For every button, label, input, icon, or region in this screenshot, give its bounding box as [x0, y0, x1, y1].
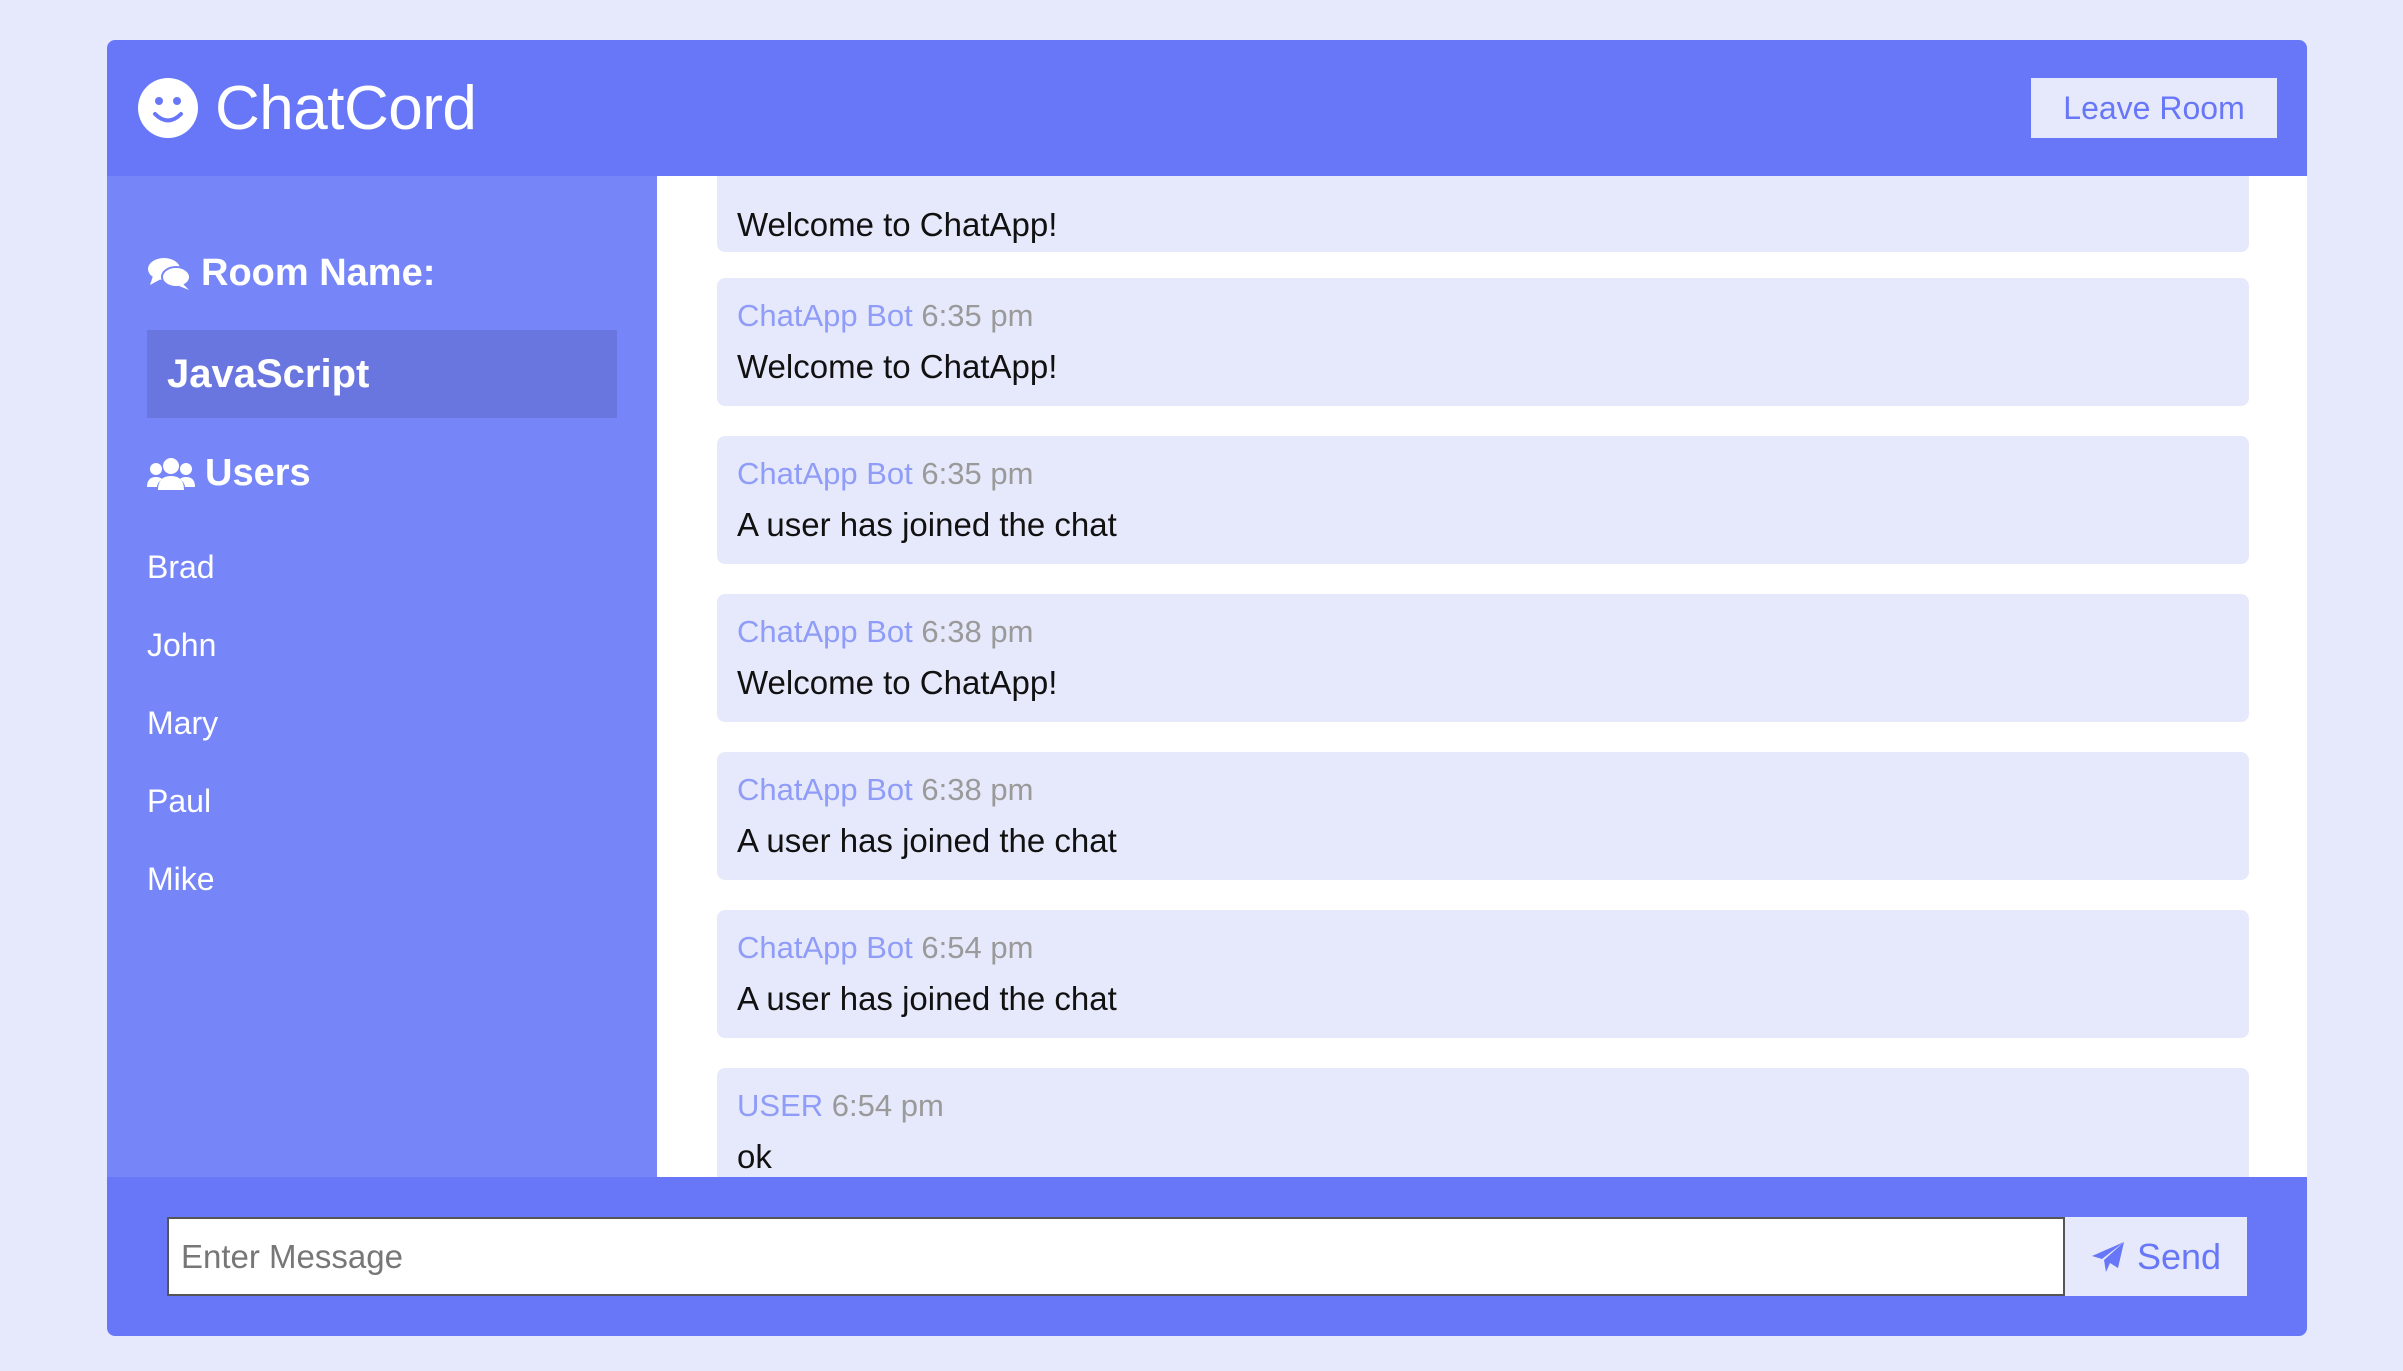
users-heading: Users — [147, 452, 311, 495]
comments-icon — [148, 257, 191, 290]
message-meta: ChatApp Bot 6:38 pm — [737, 772, 1033, 808]
message-meta: ChatApp Bot 6:54 pm — [737, 930, 1033, 966]
send-button[interactable]: Send — [2065, 1217, 2247, 1296]
message-author: ChatApp Bot — [737, 298, 913, 333]
user-item: John — [147, 627, 217, 663]
message-meta: USER 6:54 pm — [737, 1088, 944, 1124]
message-meta: ChatApp Bot 6:35 pm — [737, 456, 1033, 492]
room-name: JavaScript — [147, 330, 617, 418]
message-time: 6:38 pm — [921, 772, 1034, 807]
message-text: ok — [737, 1138, 772, 1175]
room-name-heading: Room Name: — [147, 252, 435, 295]
sidebar: Room Name: JavaScript Users Brad John Ma… — [107, 176, 657, 1217]
chat-messages[interactable]: Welcome to ChatApp! ChatApp Bot 6:35 pm … — [657, 176, 2307, 1217]
message-text: Welcome to ChatApp! — [737, 206, 1058, 243]
message-input[interactable] — [167, 1217, 2065, 1296]
message-text: A user has joined the chat — [737, 980, 1117, 1017]
message-author: ChatApp Bot — [737, 930, 913, 965]
user-item: Mary — [147, 705, 219, 741]
chat-message: Welcome to ChatApp! — [717, 176, 2249, 252]
chat-header: ChatCord Leave Room — [107, 40, 2307, 176]
message-text: Welcome to ChatApp! — [737, 348, 1058, 385]
smile-icon — [138, 78, 198, 138]
brand-logo: ChatCord — [137, 73, 477, 144]
message-author: USER — [737, 1088, 824, 1123]
chat-message: ChatApp Bot 6:35 pm Welcome to ChatApp! — [717, 278, 2249, 406]
message-author: ChatApp Bot — [737, 456, 913, 491]
message-meta: ChatApp Bot 6:38 pm — [737, 614, 1033, 650]
message-text: Welcome to ChatApp! — [737, 664, 1058, 701]
message-time: 6:54 pm — [831, 1088, 944, 1123]
user-item: Brad — [147, 549, 215, 585]
chat-app: ChatCord Leave Room Room Name: JavaScrip… — [107, 40, 2307, 1336]
message-time: 6:38 pm — [921, 614, 1034, 649]
message-text: A user has joined the chat — [737, 506, 1117, 543]
chat-message: ChatApp Bot 6:35 pm A user has joined th… — [717, 436, 2249, 564]
message-time: 6:35 pm — [921, 456, 1034, 491]
user-item: Mike — [147, 861, 215, 897]
message-author: ChatApp Bot — [737, 614, 913, 649]
paper-plane-icon — [2091, 1241, 2124, 1272]
chat-form-container: Send — [107, 1177, 2307, 1336]
message-meta: ChatApp Bot 6:35 pm — [737, 298, 1033, 334]
chat-message: ChatApp Bot 6:38 pm A user has joined th… — [717, 752, 2249, 880]
room-name-heading-label: Room Name: — [201, 252, 436, 294]
brand-name: ChatCord — [215, 73, 477, 143]
chat-message: ChatApp Bot 6:38 pm Welcome to ChatApp! — [717, 594, 2249, 722]
leave-room-button[interactable]: Leave Room — [2031, 78, 2277, 138]
message-text: A user has joined the chat — [737, 822, 1117, 859]
users-icon — [147, 457, 195, 490]
message-author: ChatApp Bot — [737, 772, 913, 807]
users-heading-label: Users — [205, 452, 311, 494]
message-time: 6:35 pm — [921, 298, 1034, 333]
user-item: Paul — [147, 783, 212, 819]
chat-message: ChatApp Bot 6:54 pm A user has joined th… — [717, 910, 2249, 1038]
users-list: Brad John Mary Paul Mike — [147, 528, 218, 918]
message-time: 6:54 pm — [921, 930, 1034, 965]
send-button-label: Send — [2136, 1235, 2222, 1277]
